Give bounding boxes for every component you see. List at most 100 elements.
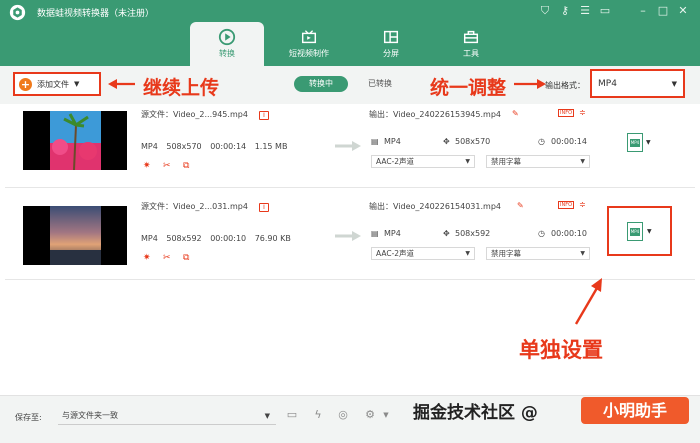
source-format: MP4 bbox=[141, 142, 158, 151]
folder-icon[interactable]: ▭ bbox=[284, 407, 300, 423]
chevron-down-icon[interactable]: ▼ bbox=[378, 407, 394, 423]
format-badge-inner: MP4 bbox=[630, 139, 640, 147]
file-row: 源文件：Video_2...945.mp4 i MP4 508x570 00:0… bbox=[5, 106, 695, 188]
source-format: MP4 bbox=[141, 234, 158, 243]
watermark-user: 小明助手 bbox=[581, 397, 689, 424]
cart-icon[interactable]: ⛉ bbox=[538, 4, 552, 18]
video-thumbnail[interactable] bbox=[23, 206, 127, 265]
tab-label: 短视频制作 bbox=[289, 49, 329, 58]
source-meta: MP4 508x592 00:00:10 76.90 KB bbox=[141, 234, 297, 243]
tab-short-video[interactable]: 短视频制作 bbox=[272, 22, 346, 66]
split-icon[interactable]: ≑ bbox=[579, 108, 586, 117]
output-resolution: 508x570 bbox=[455, 137, 491, 146]
source-size: 1.15 MB bbox=[254, 142, 288, 151]
tab-converting[interactable]: 转换中 bbox=[294, 76, 348, 92]
minimize-icon[interactable]: – bbox=[636, 4, 650, 18]
chevron-down-icon[interactable]: ▼ bbox=[646, 139, 651, 146]
source-file-name: 源文件：Video_2...031.mp4 bbox=[141, 202, 248, 211]
source-resolution: 508x592 bbox=[166, 234, 202, 243]
output-format-badge-icon[interactable]: MP4 bbox=[627, 133, 643, 152]
subtitle-select[interactable]: 禁用字幕 ▼ bbox=[486, 155, 590, 168]
output-file-name: 输出：Video_240226154031.mp4 bbox=[369, 202, 501, 211]
split-screen-icon bbox=[383, 30, 399, 44]
chevron-down-icon: ▼ bbox=[465, 158, 470, 165]
key-icon[interactable]: ⚷ bbox=[558, 4, 572, 18]
effects-icon[interactable]: ✷ bbox=[143, 253, 151, 263]
tab-split-screen[interactable]: 分屏 bbox=[354, 22, 428, 66]
cut-icon[interactable]: ✂ bbox=[163, 161, 171, 171]
tab-tools[interactable]: 工具 bbox=[434, 22, 508, 66]
info-icon[interactable]: INFO bbox=[558, 109, 575, 117]
source-duration: 00:00:10 bbox=[210, 234, 247, 243]
file-row: 源文件：Video_2...031.mp4 i MP4 508x592 00:0… bbox=[5, 198, 695, 280]
clock-icon: ◷ bbox=[538, 137, 545, 146]
video-thumbnail[interactable] bbox=[23, 111, 127, 170]
hardware-accel-off-icon[interactable]: ϟ bbox=[310, 407, 326, 423]
rename-icon[interactable]: ✎ bbox=[512, 109, 519, 118]
output-format-value: MP4 bbox=[598, 78, 617, 89]
audio-track-value: AAC-2声道 bbox=[376, 157, 415, 166]
short-video-icon bbox=[301, 30, 317, 44]
toolbox-icon bbox=[463, 30, 479, 44]
add-file-button[interactable]: + 添加文件 ▼ bbox=[13, 72, 101, 96]
info-icon[interactable]: i bbox=[259, 111, 269, 120]
split-icon[interactable]: ≑ bbox=[579, 200, 586, 209]
thumbnail-image bbox=[50, 111, 101, 170]
arrow-right-icon bbox=[335, 141, 361, 151]
chevron-down-icon: ▼ bbox=[671, 79, 677, 88]
source-size: 76.90 KB bbox=[254, 234, 291, 243]
source-file-name: 源文件：Video_2...945.mp4 bbox=[141, 110, 248, 119]
source-duration: 00:00:14 bbox=[210, 142, 247, 151]
output-format-select[interactable]: MP4 ▼ bbox=[590, 69, 685, 98]
output-format-badge-icon[interactable]: MP4 bbox=[627, 222, 643, 241]
gpu-off-icon[interactable]: ◎ bbox=[335, 407, 351, 423]
audio-track-select[interactable]: AAC-2声道 ▼ bbox=[371, 155, 475, 168]
maximize-icon[interactable]: □ bbox=[656, 4, 670, 18]
info-icon[interactable]: INFO bbox=[558, 201, 575, 209]
plus-icon: + bbox=[19, 77, 32, 91]
output-format: MP4 bbox=[384, 137, 401, 146]
app-title: 数据蛙视频转换器（未注册） bbox=[37, 9, 155, 19]
subtitle-value: 禁用字幕 bbox=[491, 249, 521, 258]
menu-icon[interactable]: ☰ bbox=[578, 4, 592, 18]
close-icon[interactable]: ✕ bbox=[676, 4, 690, 18]
chevron-down-icon: ▼ bbox=[580, 250, 585, 257]
output-duration: 00:00:14 bbox=[551, 137, 587, 146]
source-meta: MP4 508x570 00:00:14 1.15 MB bbox=[141, 142, 293, 151]
subtitle-value: 禁用字幕 bbox=[491, 157, 521, 166]
arrow-right-icon bbox=[335, 231, 361, 241]
thumbnail-image bbox=[50, 206, 101, 265]
settings-icon[interactable]: ⚙ bbox=[362, 407, 378, 423]
annotation-arrow-icon bbox=[574, 278, 602, 325]
audio-track-select[interactable]: AAC-2声道 ▼ bbox=[371, 247, 475, 260]
cut-icon[interactable]: ✂ bbox=[163, 253, 171, 263]
tab-label: 工具 bbox=[463, 49, 479, 58]
annotation-unified-adjust: 统一调整 bbox=[430, 77, 507, 99]
save-path-value: 与源文件夹一致 bbox=[62, 411, 118, 420]
info-icon[interactable]: i bbox=[259, 203, 269, 212]
chevron-down-icon: ▼ bbox=[74, 80, 80, 88]
edit-icon[interactable]: ⧉ bbox=[183, 253, 189, 263]
edit-icon[interactable]: ⧉ bbox=[183, 161, 189, 171]
rename-icon[interactable]: ✎ bbox=[517, 201, 524, 210]
tab-label: 分屏 bbox=[383, 49, 399, 58]
save-path-select[interactable]: 与源文件夹一致 ▼ bbox=[58, 407, 276, 425]
chevron-down-icon: ▼ bbox=[264, 412, 270, 420]
effects-icon[interactable]: ✷ bbox=[143, 161, 151, 171]
convert-icon bbox=[218, 28, 236, 46]
subtitle-select[interactable]: 禁用字幕 ▼ bbox=[486, 247, 590, 260]
resolution-icon: ✥ bbox=[443, 229, 450, 238]
chevron-down-icon[interactable]: ▼ bbox=[647, 228, 652, 235]
output-duration: 00:00:10 bbox=[551, 229, 587, 238]
output-resolution: 508x592 bbox=[455, 229, 491, 238]
output-file-name: 输出：Video_240226153945.mp4 bbox=[369, 110, 501, 119]
audio-track-value: AAC-2声道 bbox=[376, 249, 415, 258]
tab-converted[interactable]: 已转换 bbox=[358, 76, 402, 92]
feedback-icon[interactable]: ▭ bbox=[598, 4, 612, 18]
tab-convert[interactable]: 转换 bbox=[190, 22, 264, 66]
annotation-single-setting: 单独设置 bbox=[519, 338, 603, 362]
watermark-text: 掘金技术社区 @ bbox=[413, 403, 538, 423]
resolution-icon: ✥ bbox=[443, 137, 450, 146]
add-file-label: 添加文件 bbox=[37, 79, 69, 89]
chevron-down-icon: ▼ bbox=[465, 250, 470, 257]
